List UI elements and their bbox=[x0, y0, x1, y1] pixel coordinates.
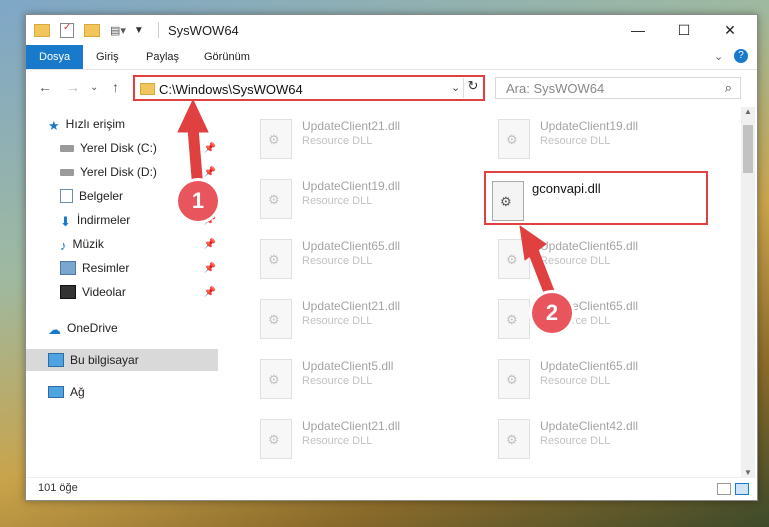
nav-network[interactable]: Ağ bbox=[26, 381, 218, 403]
dll-file-icon bbox=[260, 419, 292, 459]
navigation-bar: ← → ⌄ ↑ C:\Windows\SysWOW64 ⌄ ↻ Ara: Sys… bbox=[26, 71, 757, 105]
file-item[interactable]: UpdateClient65.dll Resource DLL bbox=[484, 353, 704, 405]
dll-file-icon bbox=[260, 239, 292, 279]
dll-file-icon bbox=[260, 359, 292, 399]
drive-icon bbox=[60, 144, 74, 152]
file-item[interactable]: UpdateClient65.dll Resource DLL bbox=[484, 233, 704, 285]
pin-icon[interactable]: 📌 bbox=[204, 143, 216, 154]
computer-icon bbox=[48, 353, 64, 367]
pin-icon[interactable]: 📌 bbox=[204, 239, 216, 250]
pin-icon[interactable]: 📌 bbox=[204, 167, 216, 178]
explorer-window: ✓ ▤▾ ▼ SysWOW64 — ☐ ✕ Dosya Giriş Paylaş… bbox=[25, 14, 758, 501]
ribbon-expand-icon[interactable]: ⌄ bbox=[714, 50, 723, 63]
file-item[interactable]: UpdateClient19.dll Resource DLL bbox=[484, 113, 704, 165]
nav-onedrive[interactable]: ☁ OneDrive bbox=[26, 317, 218, 339]
search-placeholder: Ara: SysWOW64 bbox=[506, 81, 605, 96]
dll-file-icon bbox=[260, 179, 292, 219]
close-button[interactable]: ✕ bbox=[707, 15, 753, 45]
nav-this-pc[interactable]: Bu bilgisayar bbox=[26, 349, 218, 371]
dll-file-icon bbox=[498, 239, 530, 279]
highlighted-file-item[interactable]: gconvapi.dll bbox=[484, 171, 708, 225]
back-arrow-icon[interactable]: ← bbox=[38, 79, 52, 95]
item-count: 101 öğe bbox=[38, 482, 78, 494]
status-bar: 101 öğe bbox=[26, 477, 757, 500]
details-view-icon[interactable] bbox=[717, 483, 731, 495]
nav-videos[interactable]: Videolar 📌 bbox=[26, 281, 218, 303]
drive-icon bbox=[60, 168, 74, 176]
forward-arrow-icon[interactable]: → bbox=[66, 79, 80, 95]
refresh-icon[interactable]: ↻ bbox=[463, 78, 482, 98]
address-bar[interactable]: C:\Windows\SysWOW64 ⌄ ↻ bbox=[133, 75, 485, 101]
scroll-down-icon[interactable]: ▼ bbox=[744, 468, 752, 477]
file-item[interactable]: UpdateClient5.dll Resource DLL bbox=[246, 353, 466, 405]
dll-file-icon bbox=[498, 419, 530, 459]
dll-file-icon bbox=[492, 181, 524, 221]
cloud-icon: ☁ bbox=[48, 322, 61, 337]
ribbon-tabs: Dosya Giriş Paylaş Görünüm ⌄ ? bbox=[26, 45, 757, 70]
pictures-icon bbox=[60, 261, 76, 275]
properties-icon[interactable]: ✓ bbox=[60, 22, 74, 38]
recent-locations-icon[interactable]: ⌄ bbox=[90, 82, 98, 93]
tab-share[interactable]: Paylaş bbox=[146, 45, 179, 69]
nav-local-disk-d[interactable]: Yerel Disk (D:) 📌 bbox=[26, 161, 218, 183]
music-icon: ♪ bbox=[60, 238, 67, 253]
videos-icon bbox=[60, 285, 76, 299]
minimize-button[interactable]: — bbox=[615, 15, 661, 45]
download-icon: ⬇ bbox=[60, 214, 71, 229]
vertical-scrollbar[interactable]: ▲ ▼ bbox=[741, 107, 755, 477]
dll-file-icon bbox=[498, 119, 530, 159]
maximize-button[interactable]: ☐ bbox=[661, 15, 707, 45]
tab-file[interactable]: Dosya bbox=[26, 45, 84, 69]
network-icon bbox=[48, 386, 64, 398]
highlighted-file-name: gconvapi.dll bbox=[532, 181, 601, 196]
file-item[interactable]: UpdateClient65.dll Resource DLL bbox=[484, 293, 704, 345]
dll-file-icon bbox=[498, 299, 530, 339]
address-path[interactable]: C:\Windows\SysWOW64 bbox=[159, 82, 303, 97]
new-folder-icon[interactable] bbox=[84, 23, 100, 37]
title-bar: ✓ ▤▾ ▼ SysWOW64 — ☐ ✕ bbox=[26, 15, 757, 45]
pin-icon[interactable]: 📌 bbox=[204, 263, 216, 274]
dll-file-icon bbox=[260, 119, 292, 159]
file-item[interactable]: UpdateClient21.dll Resource DLL bbox=[246, 413, 466, 465]
file-item[interactable]: UpdateClient42.dll Resource DLL bbox=[484, 413, 704, 465]
file-item[interactable]: UpdateClient19.dll Resource DLL bbox=[246, 173, 466, 225]
file-item[interactable]: UpdateClient21.dll Resource DLL bbox=[246, 113, 466, 165]
folder-icon[interactable] bbox=[34, 23, 50, 37]
tab-view[interactable]: Görünüm bbox=[204, 45, 250, 69]
annotation-badge-1: 1 bbox=[178, 181, 218, 221]
file-list: UpdateClient21.dll Resource DLL UpdateCl… bbox=[236, 107, 736, 477]
quick-access-toolbar: ✓ ▤▾ ▼ bbox=[34, 21, 144, 39]
scroll-up-icon[interactable]: ▲ bbox=[744, 107, 752, 116]
chevron-down-icon[interactable]: ▼ bbox=[134, 25, 144, 36]
large-icons-view-icon[interactable] bbox=[735, 483, 749, 495]
help-icon[interactable]: ? bbox=[734, 49, 748, 63]
dll-file-icon bbox=[260, 299, 292, 339]
nav-local-disk-c[interactable]: Yerel Disk (C:) 📌 bbox=[26, 137, 218, 159]
nav-quick-access[interactable]: ★ Hızlı erişim bbox=[26, 113, 218, 135]
file-item[interactable]: UpdateClient21.dll Resource DLL bbox=[246, 293, 466, 345]
search-icon[interactable]: ⌕ bbox=[725, 80, 732, 96]
navigation-pane: ★ Hızlı erişim Yerel Disk (C:) 📌 Yerel D… bbox=[26, 107, 221, 477]
nav-pictures[interactable]: Resimler 📌 bbox=[26, 257, 218, 279]
scrollbar-thumb[interactable] bbox=[743, 125, 753, 173]
documents-icon bbox=[60, 189, 73, 203]
pin-icon[interactable]: 📌 bbox=[204, 287, 216, 298]
dll-file-icon bbox=[498, 359, 530, 399]
search-input[interactable]: Ara: SysWOW64 ⌕ bbox=[495, 77, 741, 99]
customize-toolbar-icon[interactable]: ▤▾ bbox=[110, 24, 126, 37]
tab-home[interactable]: Giriş bbox=[96, 45, 119, 69]
star-icon: ★ bbox=[48, 118, 60, 133]
nav-music[interactable]: ♪ Müzik 📌 bbox=[26, 233, 218, 255]
folder-icon bbox=[140, 83, 155, 95]
annotation-badge-2: 2 bbox=[532, 293, 572, 333]
chevron-down-icon[interactable]: ⌄ bbox=[451, 81, 460, 94]
up-arrow-icon[interactable]: ↑ bbox=[112, 79, 119, 95]
window-title: SysWOW64 bbox=[168, 23, 239, 38]
file-item[interactable]: UpdateClient65.dll Resource DLL bbox=[246, 233, 466, 285]
